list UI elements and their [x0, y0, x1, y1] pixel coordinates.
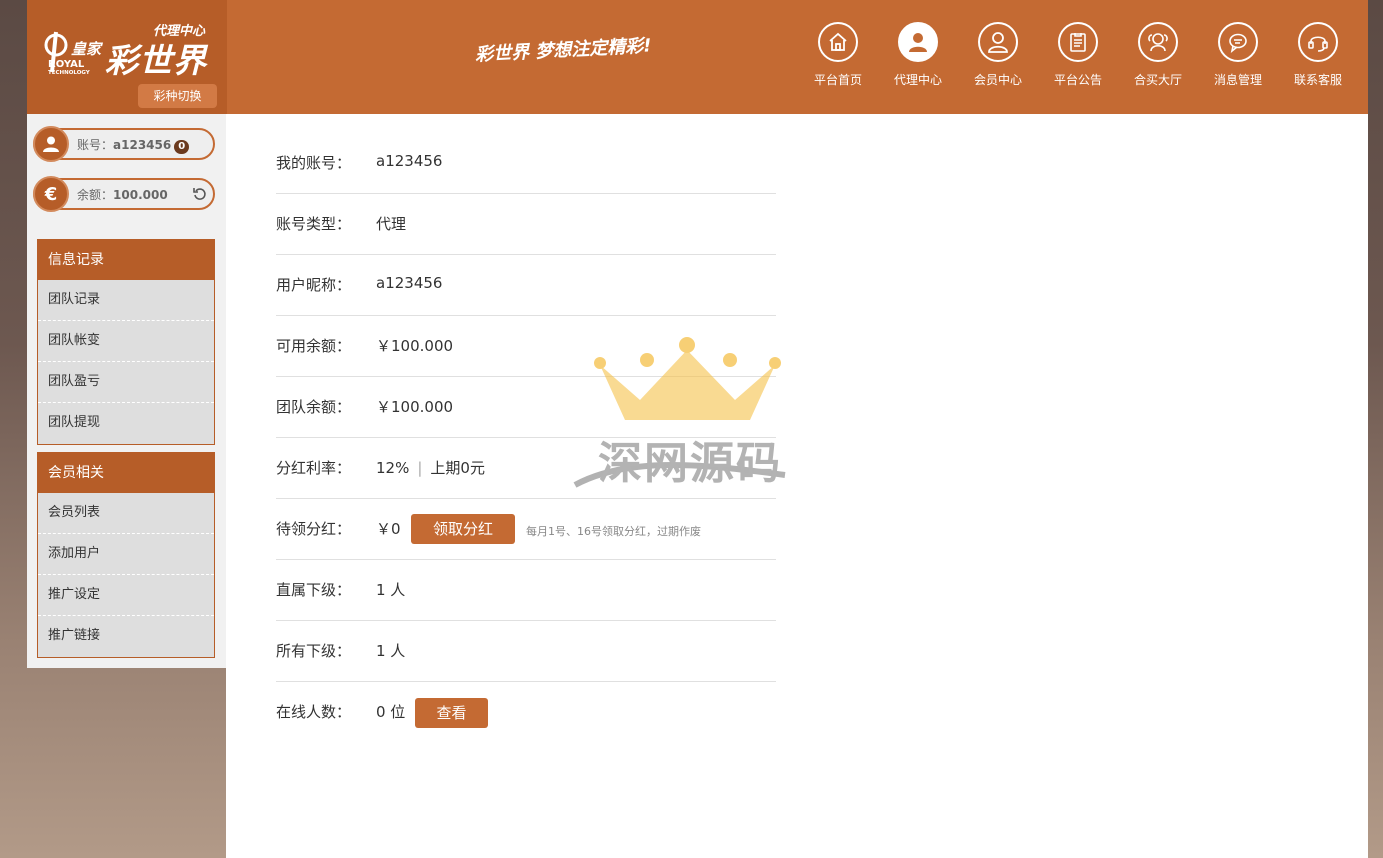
claim-dividend-button[interactable]: 领取分红	[411, 514, 515, 544]
support-icon	[1298, 22, 1338, 62]
row-label: 分红利率：	[276, 459, 352, 477]
logo-brand: 皇家	[71, 40, 102, 58]
nav-announcements[interactable]: 平台公告	[1038, 22, 1118, 88]
row-label: 可用余额：	[276, 337, 352, 355]
row-label: 待领分红：	[276, 520, 352, 538]
home-icon	[818, 22, 858, 62]
menu-heading: 信息记录	[38, 240, 214, 280]
info-row-nickname: 用户昵称： a123456	[276, 255, 776, 316]
row-label: 直属下级：	[276, 581, 352, 599]
info-row-dividend-rate: 分红利率： 12% | 上期0元	[276, 438, 776, 499]
dividend-note: 每月1号、16号领取分红，过期作废	[526, 525, 701, 538]
user-icon	[33, 126, 69, 162]
balance-value: 100.000	[113, 188, 168, 202]
info-row-team-balance: 团队余额： ￥100.000	[276, 377, 776, 438]
refresh-icon[interactable]	[193, 187, 207, 201]
info-row-account: 我的账号： a123456	[276, 133, 776, 194]
row-value: 0 位	[376, 703, 406, 721]
info-row-available-balance: 可用余额： ￥100.000	[276, 316, 776, 377]
account-label: 账号：	[77, 138, 114, 152]
slogan: 彩世界 梦想注定精彩!	[474, 35, 652, 66]
nav-home[interactable]: 平台首页	[798, 22, 878, 88]
balance-pill: € 余额：100.000	[33, 176, 215, 212]
nav-customer-service[interactable]: 联系客服	[1278, 22, 1358, 88]
sidebar: 账号：a123456 0 € 余额：100.000 信息记录 团队记录 团队帐变 …	[27, 114, 226, 668]
nav-group-buy[interactable]: 合买大厅	[1118, 22, 1198, 88]
nav-messages[interactable]: 消息管理	[1198, 22, 1278, 88]
member-icon	[978, 22, 1018, 62]
menu-heading: 会员相关	[38, 453, 214, 493]
sidebar-item-promo-settings[interactable]: 推广设定	[38, 575, 214, 616]
sidebar-item-team-profit-loss[interactable]: 团队盈亏	[38, 362, 214, 403]
row-value: ￥0	[376, 520, 401, 538]
row-value: ￥100.000	[376, 398, 454, 416]
row-value: ￥100.000	[376, 337, 454, 355]
nav-member-center[interactable]: 会员中心	[958, 22, 1038, 88]
row-label: 用户昵称：	[276, 276, 352, 294]
sidebar-item-team-account-changes[interactable]: 团队帐变	[38, 321, 214, 362]
row-value: a123456	[376, 274, 443, 292]
group-buy-icon	[1138, 22, 1178, 62]
message-icon	[1218, 22, 1258, 62]
euro-icon: €	[33, 176, 69, 212]
row-value: 1 人	[376, 581, 406, 599]
top-header: 皇家 ROYAL TECHNOLOGY 代理中心 彩世界 彩种切换 彩世界 梦想…	[27, 0, 1368, 114]
nav-agent-center[interactable]: 代理中心	[878, 22, 958, 88]
logo[interactable]: 皇家 ROYAL TECHNOLOGY 代理中心 彩世界 彩种切换	[27, 0, 227, 114]
info-row-direct-subordinates: 直属下级： 1 人	[276, 560, 776, 621]
account-pill: 账号：a123456 0	[33, 126, 215, 162]
row-value: 12%	[376, 459, 410, 477]
sidebar-item-add-user[interactable]: 添加用户	[38, 534, 214, 575]
row-label: 在线人数：	[276, 703, 352, 721]
main-content: 我的账号： a123456 账号类型： 代理 用户昵称： a123456 可用余…	[226, 114, 1368, 858]
info-row-online-count: 在线人数： 0 位 查看	[276, 682, 776, 743]
info-row-account-type: 账号类型： 代理	[276, 194, 776, 255]
lottery-switch-button[interactable]: 彩种切换	[138, 84, 217, 108]
info-row-pending-dividend: 待领分红： ￥0 领取分红 每月1号、16号领取分红，过期作废	[276, 499, 776, 560]
logo-title: 彩世界	[105, 41, 207, 80]
row-label: 我的账号：	[276, 154, 352, 172]
notice-icon	[1058, 22, 1098, 62]
row-value: 代理	[376, 215, 407, 233]
row-value: a123456	[376, 152, 443, 170]
row-value: 1 人	[376, 642, 406, 660]
row-label: 团队余额：	[276, 398, 352, 416]
view-online-button[interactable]: 查看	[415, 698, 488, 728]
row-label: 所有下级：	[276, 642, 352, 660]
sidebar-item-team-records[interactable]: 团队记录	[38, 280, 214, 321]
separator: |	[417, 459, 423, 477]
menu-group-members: 会员相关 会员列表 添加用户 推广设定 推广链接	[37, 452, 215, 658]
last-period-dividend: 上期0元	[430, 459, 485, 477]
balance-label: 余额：	[77, 188, 114, 202]
info-row-all-subordinates: 所有下级： 1 人	[276, 621, 776, 682]
sidebar-item-promo-link[interactable]: 推广链接	[38, 616, 214, 657]
logo-english: ROYAL TECHNOLOGY	[48, 59, 90, 77]
sidebar-item-member-list[interactable]: 会员列表	[38, 493, 214, 534]
sidebar-item-team-withdrawals[interactable]: 团队提现	[38, 403, 214, 444]
menu-group-info-records: 信息记录 团队记录 团队帐变 团队盈亏 团队提现	[37, 239, 215, 445]
account-value: a123456	[113, 138, 172, 152]
row-label: 账号类型：	[276, 215, 352, 233]
agent-icon	[898, 22, 938, 62]
account-badge: 0	[174, 140, 190, 154]
